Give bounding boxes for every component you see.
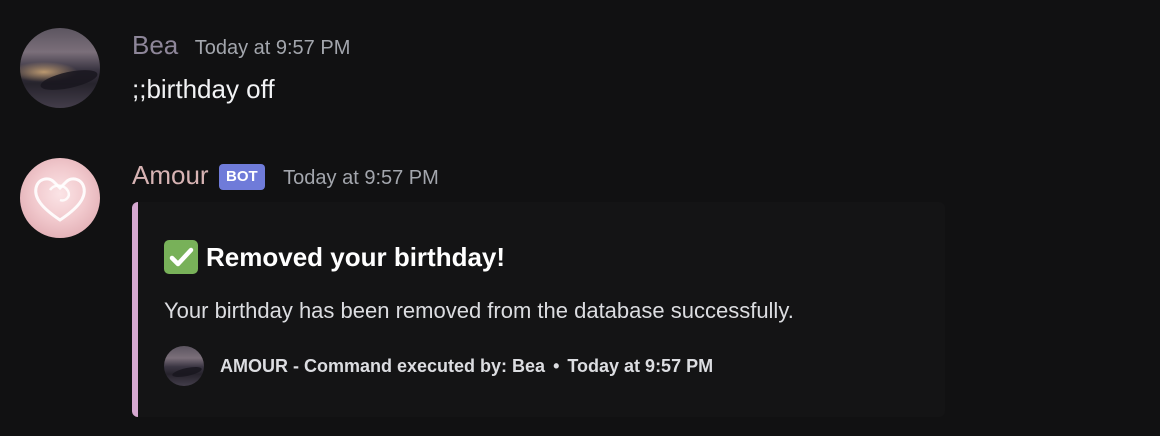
footer-avatar-icon — [164, 346, 204, 386]
footer-timestamp: Today at 9:57 PM — [567, 355, 714, 376]
embed-description: Your birthday has been removed from the … — [164, 298, 794, 323]
footer-separator: • — [553, 355, 560, 376]
footer-text: AMOUR - Command executed by: Bea — [220, 355, 546, 376]
message-header: Amour BOT Today at 9:57 PM — [132, 160, 439, 193]
message-header: Bea Today at 9:57 PM — [132, 30, 350, 61]
embed-title: Removed your birthday! — [164, 240, 505, 274]
username-bea[interactable]: Bea — [132, 30, 178, 60]
chat-log: Bea Today at 9:57 PM ;;birthday off Amou… — [0, 0, 1160, 436]
embed-title-text: Removed your birthday! — [206, 241, 506, 272]
avatar-amour[interactable] — [20, 158, 100, 238]
heart-logo-icon — [34, 177, 86, 222]
message-timestamp: Today at 9:57 PM — [194, 37, 351, 59]
message-timestamp: Today at 9:57 PM — [283, 167, 439, 189]
embed-card: Removed your birthday! Your birthday has… — [132, 202, 945, 417]
check-mark-icon — [164, 240, 198, 274]
avatar-bea[interactable] — [20, 28, 100, 108]
message-content: ;;birthday off — [132, 74, 275, 104]
embed-footer: AMOUR - Command executed by: Bea • Today… — [164, 346, 713, 386]
username-amour[interactable]: Amour — [132, 160, 209, 190]
bot-badge: BOT — [219, 164, 265, 190]
